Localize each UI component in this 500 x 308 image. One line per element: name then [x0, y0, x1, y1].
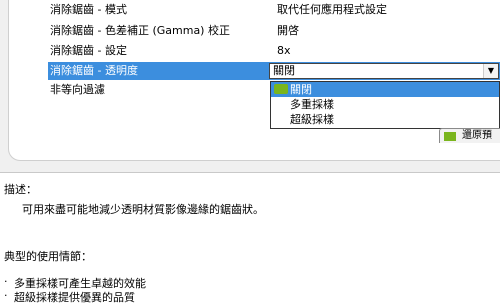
setting-name: 消除鋸齒 - 色差補正 (Gamma) 校正 [50, 24, 230, 37]
dropdown-selected-value: 關閉 [273, 64, 295, 77]
transparency-dropdown[interactable]: 關閉 ▼ [269, 63, 499, 79]
usage-bullet: · [4, 275, 8, 288]
button-label: 還原預 [462, 130, 492, 141]
option-label: 關閉 [290, 83, 312, 96]
description-text: 可用來盡可能地減少透明材質影像邊緣的鋸齒狀。 [22, 203, 264, 216]
usage-item: 超級採樣提供優異的品質 [14, 291, 135, 304]
setting-name: 消除鋸齒 - 設定 [50, 44, 127, 57]
dropdown-option-multisample[interactable]: 多重採樣 [271, 97, 499, 112]
setting-row-aa-gamma[interactable]: 消除鋸齒 - 色差補正 (Gamma) 校正 開啓 [48, 22, 500, 40]
setting-name: 消除鋸齒 - 透明度 [50, 64, 138, 77]
setting-value: 取代任何應用程式設定 [277, 3, 387, 16]
restore-defaults-button[interactable]: 還原預 [439, 128, 500, 143]
setting-row-aa-setting[interactable]: 消除鋸齒 - 設定 8x [48, 42, 500, 60]
dropdown-option-off[interactable]: 關閉 [271, 82, 499, 97]
dropdown-list: 關閉 多重採樣 超級採樣 [270, 81, 500, 129]
dropdown-option-supersample[interactable]: 超級採樣 [271, 112, 499, 127]
nvidia-logo-icon [274, 84, 288, 94]
usage-heading: 典型的使用情節： [4, 250, 92, 263]
setting-name: 消除鋸齒 - 模式 [50, 3, 127, 16]
option-label: 多重採樣 [290, 98, 334, 111]
setting-value: 開啓 [277, 24, 299, 37]
option-label: 超級採樣 [290, 113, 334, 126]
setting-row-aa-mode[interactable]: 消除鋸齒 - 模式 取代任何應用程式設定 [48, 1, 500, 19]
description-heading: 描述： [4, 183, 37, 196]
nvidia-logo-icon [444, 132, 456, 141]
setting-name: 非等向過濾 [50, 83, 105, 96]
chevron-down-icon[interactable]: ▼ [483, 64, 498, 78]
usage-bullet: · [4, 289, 8, 302]
setting-value: 8x [277, 44, 291, 57]
